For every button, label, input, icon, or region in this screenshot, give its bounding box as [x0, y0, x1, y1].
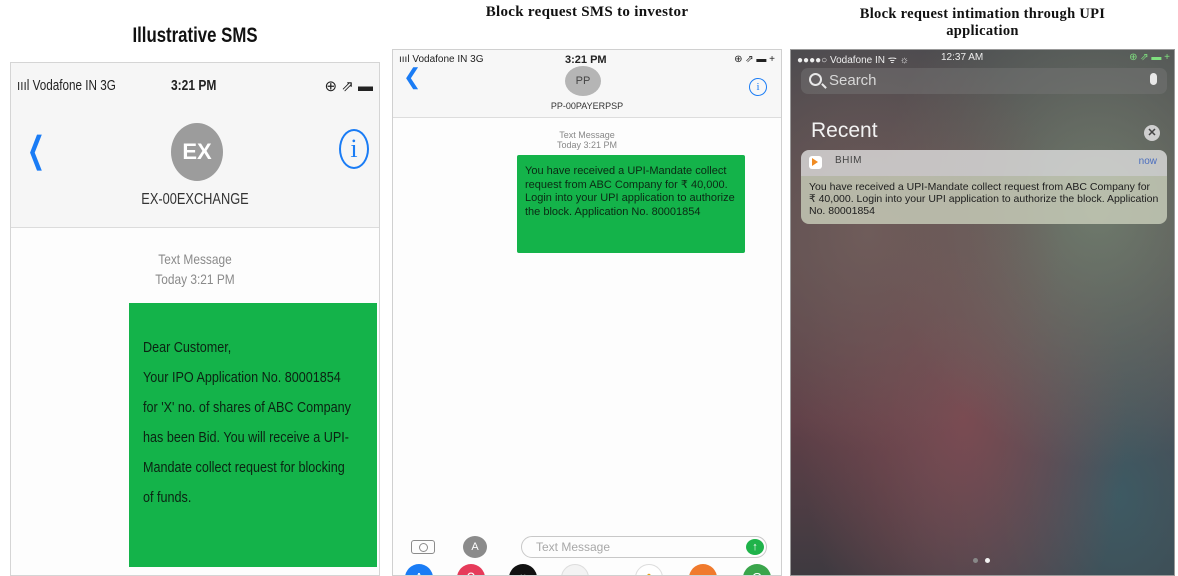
notification-body[interactable]: You have received a UPI-Mandate collect … — [801, 176, 1167, 224]
info-icon[interactable]: i — [339, 129, 369, 169]
app-drawer: A ⚲ ♥ ♫ ✿ ● G — [393, 564, 781, 575]
notification-time: now — [1138, 156, 1157, 167]
digital-touch-icon[interactable]: ♥ — [509, 564, 537, 575]
clear-notifications-button[interactable]: ✕ — [1144, 125, 1160, 141]
page-indicator — [973, 558, 993, 564]
caption-upi-intimation-line2: application — [946, 23, 1019, 39]
status-icons: ⊕ ⇗ ▬ + — [1129, 52, 1170, 63]
app-store-icon[interactable]: A — [463, 536, 487, 558]
sender-name: PP-00PAYERPSP — [550, 101, 624, 111]
app-store-icon[interactable]: A — [405, 564, 433, 575]
conversation-header: ıııl Vodafone IN 3G 3:21 PM ⊕ ⇗ ▬ + ❮ PP… — [393, 50, 781, 118]
message-input-placeholder: Text Message — [536, 540, 611, 554]
status-icons: ⊕ ⇗ ▬ — [324, 78, 373, 95]
carrier-label: ıııl Vodafone IN 3G — [17, 77, 116, 94]
conversation-header: ıııl Vodafone IN 3G 3:21 PM ⊕ ⇗ ▬ ❮ EX i… — [11, 63, 379, 228]
message-bubble: Dear Customer, Your IPO Application No. … — [129, 303, 377, 567]
status-time: 3:21 PM — [565, 54, 607, 66]
recent-heading: Recent — [811, 119, 878, 142]
notification-app-name: BHIM — [835, 155, 862, 166]
avatar[interactable]: EX — [171, 123, 223, 181]
compose-bar: A Text Message ↑ — [393, 536, 781, 558]
message-type: Text Message — [559, 130, 615, 140]
caption-block-request-sms: Block request SMS to investor — [485, 4, 689, 20]
bhim-app-icon — [809, 156, 822, 169]
status-time: 12:37 AM — [941, 52, 984, 63]
message-line: Dear Customer, — [143, 339, 232, 356]
search-app-icon[interactable]: ⚲ — [457, 564, 485, 575]
status-icons: ⊕ ⇗ ▬ + — [734, 54, 775, 65]
music-icon[interactable]: ♫ — [561, 564, 589, 575]
search-input[interactable]: Search — [801, 68, 1167, 94]
upi-notification-screen: ●●●●○ Vodafone IN ᯤ ☼ 12:37 AM ⊕ ⇗ ▬ + S… — [790, 49, 1175, 576]
carrier-label: ●●●●○ Vodafone IN ᯤ ☼ — [797, 55, 909, 66]
page-dot-active — [985, 558, 990, 563]
chevron-left-icon[interactable]: ❮ — [27, 129, 45, 171]
message-line: Mandate collect request for blocking — [143, 459, 345, 476]
avatar[interactable]: PP — [565, 66, 601, 96]
caption-illustrative-sms: Illustrative SMS — [132, 24, 258, 47]
send-arrow-icon[interactable]: ↑ — [746, 539, 764, 555]
illustrative-sms-screen: ıııl Vodafone IN 3G 3:21 PM ⊕ ⇗ ▬ ❮ EX i… — [10, 62, 380, 576]
info-icon[interactable]: i — [749, 78, 767, 96]
message-timestamp: Today 3:21 PM — [556, 140, 618, 150]
search-icon — [809, 73, 822, 86]
search-placeholder: Search — [829, 72, 877, 89]
camera-icon[interactable] — [411, 540, 435, 554]
message-meta: Text Message Today 3:21 PM — [39, 249, 352, 289]
status-bar: ıııl Vodafone IN 3G 3:21 PM ⊕ ⇗ ▬ — [11, 77, 379, 101]
game-icon[interactable]: ● — [689, 564, 717, 575]
maps-icon[interactable]: G — [743, 564, 771, 575]
photos-icon[interactable]: ✿ — [635, 564, 663, 575]
status-bar: ●●●●○ Vodafone IN ᯤ ☼ 12:37 AM ⊕ ⇗ ▬ + — [791, 52, 1174, 66]
message-line: Your IPO Application No. 80001854 — [143, 369, 341, 386]
message-line: has been Bid. You will receive a UPI- — [143, 429, 349, 446]
caption-upi-intimation: Block request intimation through UPI app… — [790, 6, 1175, 40]
message-type: Text Message — [158, 251, 232, 267]
page-dot — [973, 558, 978, 563]
notification-header[interactable]: BHIM now — [801, 150, 1167, 176]
caption-upi-intimation-line1: Block request intimation through UPI — [859, 6, 1106, 22]
message-bubble: You have received a UPI-Mandate collect … — [517, 155, 745, 253]
block-request-sms-screen: ıııl Vodafone IN 3G 3:21 PM ⊕ ⇗ ▬ + ❮ PP… — [392, 49, 782, 576]
message-timestamp: Today 3:21 PM — [155, 271, 235, 287]
sender-name: EX-00EXCHANGE — [141, 191, 249, 208]
chevron-left-icon[interactable]: ❮ — [403, 64, 421, 90]
message-line: of funds. — [143, 489, 192, 506]
microphone-icon[interactable] — [1150, 73, 1157, 85]
message-input[interactable]: Text Message ↑ — [521, 536, 767, 558]
message-line: for 'X' no. of shares of ABC Company — [143, 399, 351, 416]
status-time: 3:21 PM — [171, 77, 217, 94]
message-meta: Text Message Today 3:21 PM — [393, 130, 781, 150]
